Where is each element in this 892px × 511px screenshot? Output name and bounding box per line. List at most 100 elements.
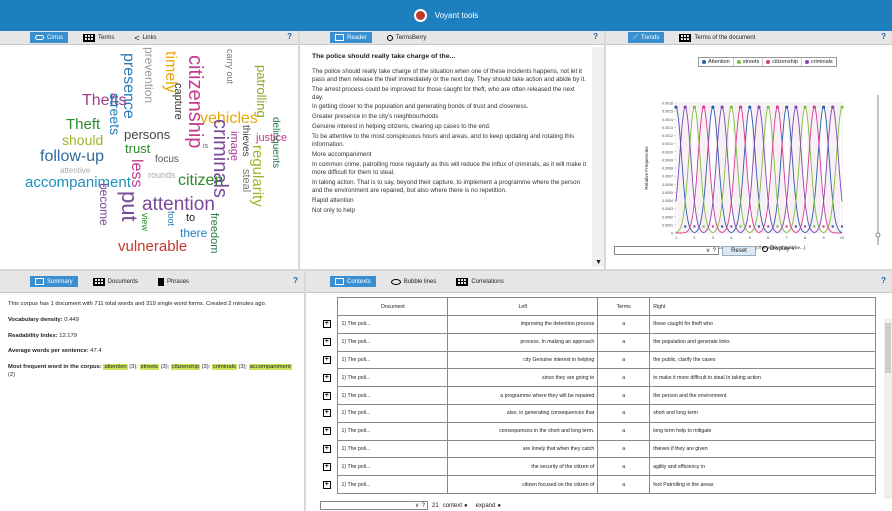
data-point[interactable] (821, 105, 826, 109)
tab-bubble-lines[interactable]: Bubble lines (386, 276, 442, 287)
table-row[interactable]: +1) The poli... the security of the citiz… (316, 457, 876, 477)
data-point[interactable] (831, 225, 834, 228)
cloud-word[interactable]: delinquents (270, 117, 281, 168)
data-point[interactable] (785, 105, 789, 109)
cloud-word[interactable]: follow-up (40, 149, 104, 165)
tab-reader[interactable]: Reader (330, 32, 372, 43)
data-point[interactable] (702, 105, 706, 109)
data-point[interactable] (794, 105, 798, 109)
data-point[interactable] (748, 225, 751, 228)
cloud-word[interactable]: Theft (66, 117, 100, 132)
document-select[interactable]: v ? (320, 501, 428, 510)
data-point[interactable] (766, 105, 770, 109)
data-point[interactable] (692, 105, 697, 109)
context-slider-handle[interactable]: ● (464, 503, 468, 509)
data-point[interactable] (711, 225, 715, 228)
data-point[interactable] (684, 225, 687, 228)
display-menu[interactable]: Display v (762, 246, 795, 252)
frequent-word-link[interactable]: attention (103, 364, 128, 371)
expand-row-icon[interactable]: + (322, 427, 331, 436)
data-point[interactable] (757, 105, 761, 109)
expand-row-icon[interactable]: + (322, 462, 331, 471)
cloud-word[interactable]: image (228, 131, 240, 161)
frequent-word-link[interactable]: citizenship (170, 364, 200, 371)
cloud-word[interactable]: carry out (225, 49, 235, 84)
scroll-down-icon[interactable]: ▼ (595, 259, 602, 266)
data-point[interactable] (767, 225, 770, 228)
column-header[interactable]: Document (337, 297, 449, 316)
expand-row-icon[interactable]: + (322, 338, 331, 347)
cloud-word[interactable]: is (203, 143, 208, 150)
data-point[interactable] (831, 105, 835, 109)
cloud-word[interactable]: put (117, 191, 142, 222)
reset-button[interactable]: Reset (722, 246, 756, 256)
legend-item[interactable]: criminals (802, 58, 836, 66)
expand-row-icon[interactable]: + (322, 409, 331, 418)
cloud-word[interactable]: should (62, 133, 103, 147)
context-count[interactable]: 21 (432, 503, 439, 509)
legend-item[interactable]: citizenship (763, 58, 802, 66)
expand-row-icon[interactable]: + (322, 444, 331, 453)
tab-termsberry[interactable]: TermsBerry (382, 32, 432, 43)
table-row[interactable]: +1) The poli... citizen focused on the ci… (316, 475, 876, 494)
data-point[interactable] (803, 105, 807, 109)
help-icon[interactable]: ? (293, 276, 298, 285)
cloud-word[interactable]: foot (166, 211, 176, 226)
cloud-word[interactable]: view (140, 213, 150, 231)
table-row[interactable]: +1) The poli... also, in generating conse… (316, 403, 876, 423)
help-icon[interactable]: ? (287, 32, 292, 41)
data-point[interactable] (720, 105, 724, 109)
data-point[interactable] (812, 105, 816, 109)
expand-row-icon[interactable]: + (322, 480, 331, 489)
tab-trends[interactable]: ⟋ Trends (628, 32, 665, 43)
cloud-word[interactable]: capture (172, 83, 184, 120)
legend-item[interactable]: Attention (699, 58, 734, 66)
column-header[interactable]: Right (649, 297, 876, 316)
legend-item[interactable]: streets (734, 58, 764, 66)
frequent-word-link[interactable]: criminals (211, 364, 237, 371)
help-icon[interactable]: ? (593, 32, 598, 41)
table-row[interactable]: +1) The poli... improving the detention p… (316, 315, 876, 334)
cloud-word[interactable]: citizen (178, 173, 223, 189)
data-point[interactable] (813, 225, 816, 228)
tab-terms-of-document[interactable]: Terms of the document (674, 32, 760, 43)
cloud-word[interactable]: become (97, 183, 111, 226)
data-point[interactable] (822, 225, 825, 228)
expand-row-icon[interactable]: + (322, 355, 331, 364)
cloud-word[interactable]: freedom (208, 213, 220, 253)
data-point[interactable] (711, 105, 715, 109)
data-point[interactable] (776, 225, 779, 228)
data-point[interactable] (738, 105, 743, 109)
tab-terms[interactable]: Terms (78, 32, 119, 43)
data-point[interactable] (683, 105, 687, 109)
data-point[interactable] (785, 225, 788, 228)
data-point[interactable] (775, 105, 780, 109)
tab-correlations[interactable]: Correlations (451, 276, 508, 287)
tab-cirrus[interactable]: Cirrus (30, 32, 68, 43)
cloud-word[interactable]: citizenship (184, 55, 206, 148)
expand-row-icon[interactable]: + (322, 320, 331, 329)
cloud-word[interactable]: rounds (148, 171, 176, 180)
data-point[interactable] (748, 105, 752, 109)
data-point[interactable] (840, 225, 844, 228)
cloud-word[interactable]: regularity (249, 145, 266, 207)
column-header[interactable]: Left (447, 297, 599, 316)
tab-contexts[interactable]: Contexts (330, 276, 376, 287)
cloud-word[interactable]: to (186, 213, 195, 224)
cloud-word[interactable]: steal (240, 169, 252, 192)
help-icon[interactable]: ? (881, 32, 886, 41)
cloud-word[interactable]: trust (125, 142, 150, 155)
data-point[interactable] (803, 225, 807, 228)
data-point[interactable] (693, 225, 696, 228)
data-point[interactable] (729, 105, 733, 109)
cloud-word[interactable]: focus (155, 155, 179, 165)
table-row[interactable]: +1) The poli... city Genuine interest in … (316, 350, 876, 370)
reader-scrollbar[interactable] (592, 47, 604, 267)
data-point[interactable] (757, 225, 761, 228)
cloud-word[interactable]: prevention (142, 47, 156, 103)
data-point[interactable] (674, 105, 678, 109)
cloud-word[interactable]: persons (124, 128, 170, 141)
table-row[interactable]: +1) The poli... consequences in the short… (316, 421, 876, 441)
cloud-word[interactable]: streets (107, 93, 123, 135)
table-row[interactable]: +1) The poli... a programme where they wi… (316, 386, 876, 405)
